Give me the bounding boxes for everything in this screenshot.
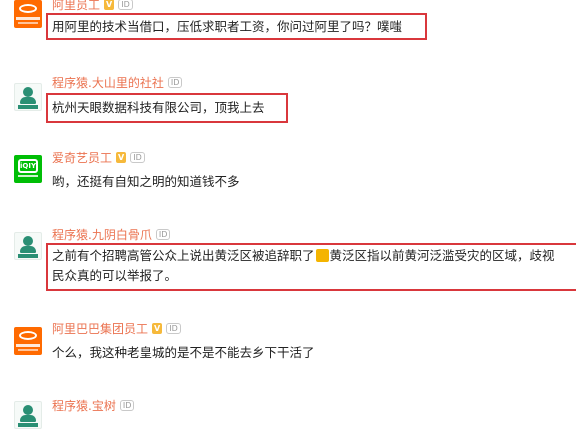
comment-text: 杭州天眼数据科技有限公司，顶我上去 xyxy=(52,100,265,115)
username-link[interactable]: 程序猿.宝树 xyxy=(52,397,116,414)
alibaba-logo-icon[interactable] xyxy=(14,327,42,355)
id-badge: ID xyxy=(119,399,135,411)
comment-text: 哟，还挺有自知之明的知道钱不多 xyxy=(52,174,240,189)
developer-avatar-icon[interactable] xyxy=(14,83,42,111)
id-badge: ID xyxy=(118,0,133,10)
verified-v-badge: V xyxy=(104,0,115,10)
id-badge: ID xyxy=(130,151,145,163)
comment-text: 个么，我这种老皇城的是不是不能去乡下干活了 xyxy=(52,345,315,360)
username-link[interactable]: 阿里员工 xyxy=(52,0,100,13)
username-link[interactable]: 程序猿.大山里的社社 xyxy=(52,74,164,91)
iqiyi-logo-icon[interactable]: iQIYI xyxy=(14,155,42,183)
comment-text: 之前有个招聘高管公众上说出黄泛区被追辞职了 黄泛区指以前黄河泛滥受灾的区域，歧视 xyxy=(52,246,576,265)
username-link[interactable]: 程序猿.九阴白骨爪 xyxy=(52,226,152,243)
developer-avatar-icon[interactable] xyxy=(14,232,42,260)
id-badge: ID xyxy=(166,322,181,334)
pleading-emoji-icon xyxy=(315,249,329,262)
comment-text-part: 之前有个招聘高管公众上说出黄泛区被追辞职了 xyxy=(52,248,315,263)
comment-text-part: 黄泛区指以前黄河泛滥受灾的区域，歧视 xyxy=(329,248,555,263)
verified-v-badge: V xyxy=(116,151,127,163)
id-badge: ID xyxy=(167,76,183,88)
developer-avatar-icon[interactable] xyxy=(14,401,42,429)
username-link[interactable]: 阿里巴巴集团员工 xyxy=(52,320,148,337)
comment-text: 用阿里的技术当借口，压低求职者工资，你问过阿里了吗？噗嗤 xyxy=(52,19,403,34)
alibaba-logo-icon[interactable] xyxy=(14,0,42,28)
verified-v-badge: V xyxy=(152,322,163,334)
id-badge: ID xyxy=(155,228,171,240)
comment-text: 民众真的可以举报了。 xyxy=(52,268,178,283)
username-link[interactable]: 爱奇艺员工 xyxy=(52,149,112,166)
